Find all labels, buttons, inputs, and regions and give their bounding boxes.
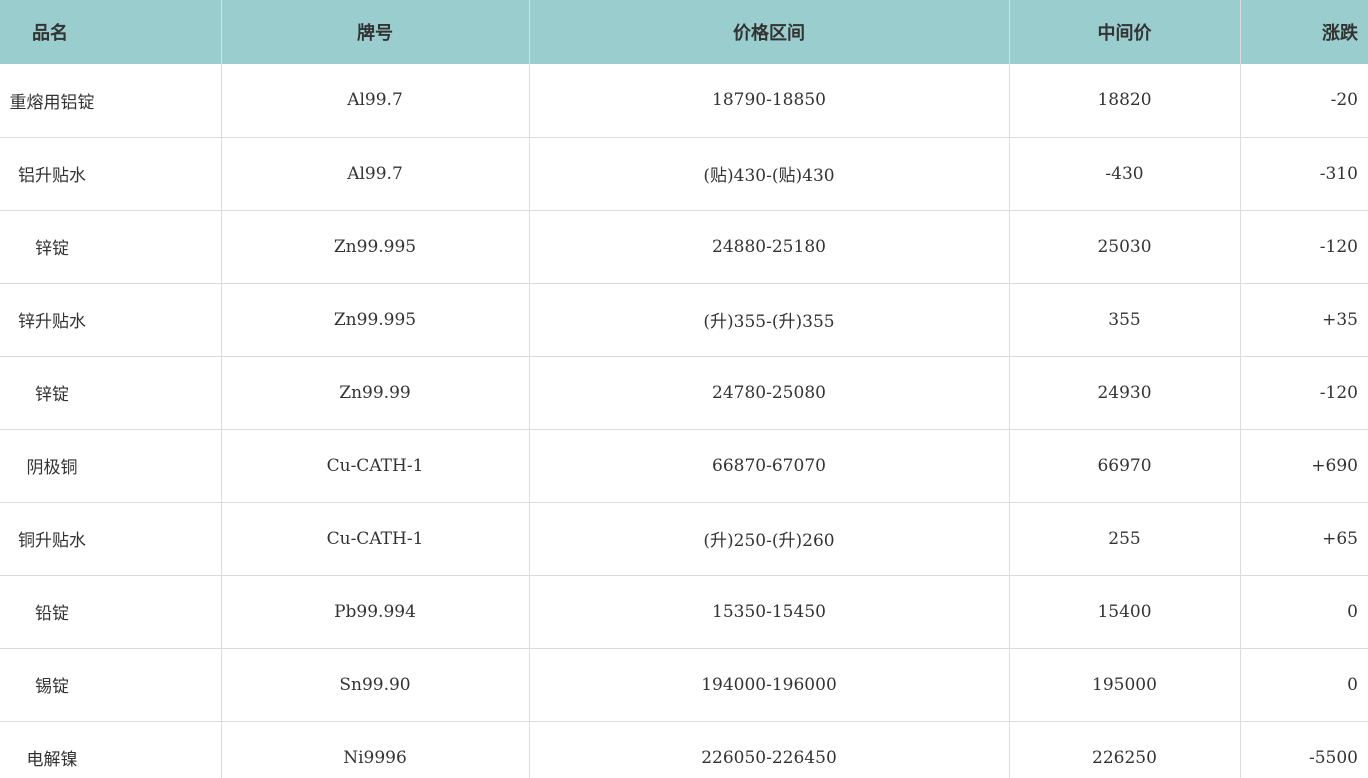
- table-row: 锌锭 Zn99.995 24880-25180 25030 -120: [0, 210, 1368, 283]
- product-name-text: 铜升贴水: [18, 531, 86, 551]
- cell-grade: Al99.7: [220, 64, 529, 137]
- cell-mid-price: 255: [1008, 502, 1240, 575]
- cell-price-range: (升)355-(升)355: [528, 283, 1009, 356]
- product-name-text: 锌锭: [35, 239, 69, 259]
- cell-product-name: 铝升贴水: [0, 137, 221, 210]
- cell-product-name: 锌锭: [0, 356, 221, 429]
- table-row: 电解镍 Ni9996 226050-226450 226250 -5500: [0, 721, 1368, 778]
- header-grade: 牌号: [220, 0, 529, 64]
- cell-grade: Pb99.994: [220, 575, 529, 648]
- header-change: 涨跌: [1239, 0, 1368, 64]
- cell-product-name: 阴极铜: [0, 429, 221, 502]
- cell-grade: Zn99.995: [220, 210, 529, 283]
- cell-price-range: (升)250-(升)260: [528, 502, 1009, 575]
- table-header-row: 品名 牌号 价格区间 中间价 涨跌: [0, 0, 1368, 64]
- cell-change: -120: [1239, 210, 1368, 283]
- cell-grade: Al99.7: [220, 137, 529, 210]
- table-row: 铅锭 Pb99.994 15350-15450 15400 0: [0, 575, 1368, 648]
- cell-grade: Zn99.99: [220, 356, 529, 429]
- cell-grade: Cu-CATH-1: [220, 502, 529, 575]
- table-row: 锌升贴水 Zn99.995 (升)355-(升)355 355 +35: [0, 283, 1368, 356]
- product-name-text: 锌锭: [35, 385, 69, 405]
- cell-price-range: 24780-25080: [528, 356, 1009, 429]
- cell-price-range: 66870-67070: [528, 429, 1009, 502]
- cell-product-name: 锌升贴水: [0, 283, 221, 356]
- cell-mid-price: 66970: [1008, 429, 1240, 502]
- cell-change: +65: [1239, 502, 1368, 575]
- cell-price-range: 15350-15450: [528, 575, 1009, 648]
- cell-mid-price: 25030: [1008, 210, 1240, 283]
- product-name-text: 锡锭: [35, 677, 69, 697]
- cell-grade: Ni9996: [220, 721, 529, 778]
- cell-change: -5500: [1239, 721, 1368, 778]
- cell-price-range: 194000-196000: [528, 648, 1009, 721]
- product-name-text: 重熔用铝锭: [9, 92, 95, 113]
- cell-product-name: 锡锭: [0, 648, 221, 721]
- cell-grade: Sn99.90: [220, 648, 529, 721]
- cell-price-range: (贴)430-(贴)430: [528, 137, 1009, 210]
- cell-change: -310: [1239, 137, 1368, 210]
- product-name-text: 锌升贴水: [18, 312, 86, 332]
- cell-change: +690: [1239, 429, 1368, 502]
- cell-price-range: 24880-25180: [528, 210, 1009, 283]
- header-mid-price: 中间价: [1008, 0, 1240, 64]
- cell-mid-price: -430: [1008, 137, 1240, 210]
- cell-grade: Zn99.995: [220, 283, 529, 356]
- cell-price-range: 226050-226450: [528, 721, 1009, 778]
- cell-product-name: 电解镍: [0, 721, 221, 778]
- product-name-text: 电解镍: [26, 750, 78, 770]
- product-name-text: 铝升贴水: [18, 166, 86, 186]
- cell-mid-price: 226250: [1008, 721, 1240, 778]
- cell-product-name: 锌锭: [0, 210, 221, 283]
- cell-grade: Cu-CATH-1: [220, 429, 529, 502]
- header-product-name: 品名: [0, 0, 221, 64]
- product-name-text: 阴极铜: [26, 458, 78, 478]
- cell-product-name: 重熔用铝锭: [0, 64, 221, 137]
- cell-change: 0: [1239, 648, 1368, 721]
- cell-product-name: 铅锭: [0, 575, 221, 648]
- table-row: 重熔用铝锭 Al99.7 18790-18850 18820 -20: [0, 64, 1368, 137]
- table-row: 锡锭 Sn99.90 194000-196000 195000 0: [0, 648, 1368, 721]
- cell-mid-price: 15400: [1008, 575, 1240, 648]
- cell-change: +35: [1239, 283, 1368, 356]
- product-name-text: 铅锭: [35, 604, 69, 624]
- cell-change: -120: [1239, 356, 1368, 429]
- cell-change: 0: [1239, 575, 1368, 648]
- cell-product-name: 铜升贴水: [0, 502, 221, 575]
- cell-mid-price: 24930: [1008, 356, 1240, 429]
- table-row: 锌锭 Zn99.99 24780-25080 24930 -120: [0, 356, 1368, 429]
- cell-mid-price: 195000: [1008, 648, 1240, 721]
- cell-change: -20: [1239, 64, 1368, 137]
- table-row: 铜升贴水 Cu-CATH-1 (升)250-(升)260 255 +65: [0, 502, 1368, 575]
- metal-price-table: 品名 牌号 价格区间 中间价 涨跌 重熔用铝锭 Al99.7 18790-188…: [0, 0, 1368, 778]
- cell-price-range: 18790-18850: [528, 64, 1009, 137]
- cell-mid-price: 18820: [1008, 64, 1240, 137]
- cell-mid-price: 355: [1008, 283, 1240, 356]
- header-price-range: 价格区间: [528, 0, 1009, 64]
- table-row: 铝升贴水 Al99.7 (贴)430-(贴)430 -430 -310: [0, 137, 1368, 210]
- table-row: 阴极铜 Cu-CATH-1 66870-67070 66970 +690: [0, 429, 1368, 502]
